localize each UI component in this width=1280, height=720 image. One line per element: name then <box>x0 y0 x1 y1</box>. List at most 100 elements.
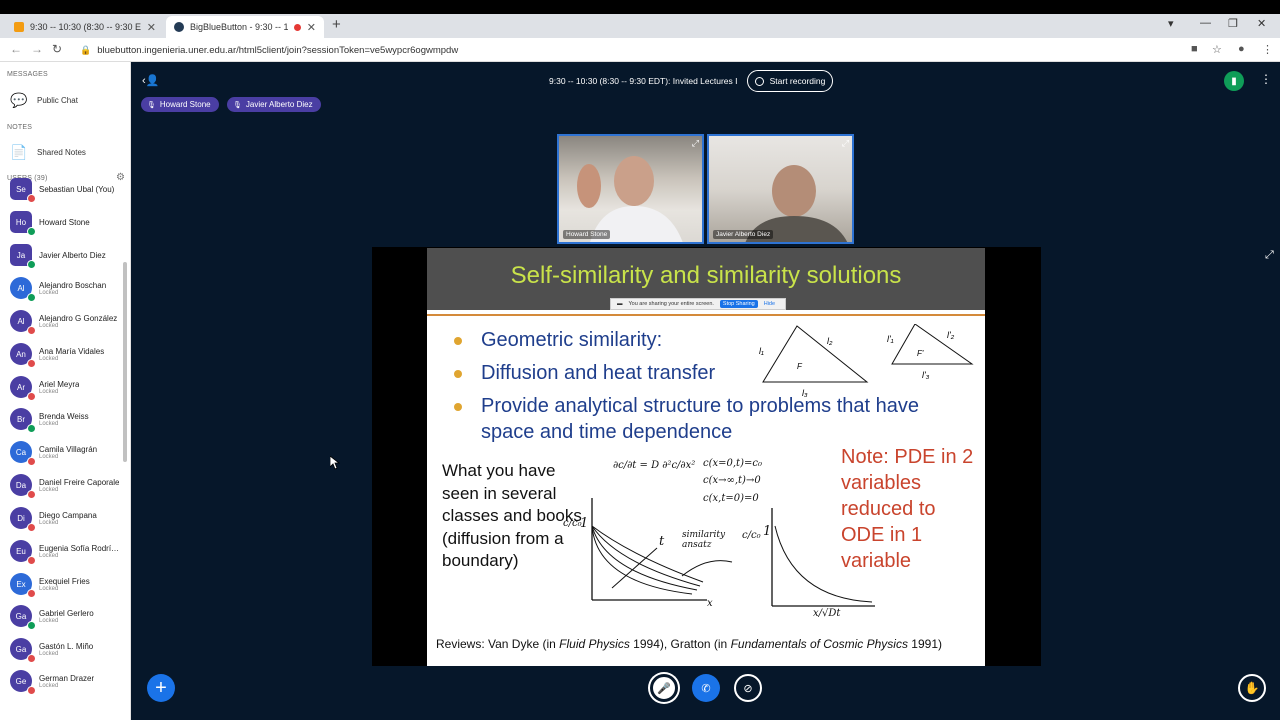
user-status: Locked <box>39 486 59 493</box>
slide-divider <box>427 314 985 316</box>
options-menu-icon[interactable]: ⋮ <box>1260 72 1272 86</box>
user-list-item[interactable]: Ja Javier Alberto Diez <box>10 240 123 270</box>
mute-microphone-button[interactable]: 🎤 <box>650 674 678 702</box>
hide-notice-link[interactable]: Hide <box>764 301 775 307</box>
notes-icon: 📄 <box>10 143 28 160</box>
forward-icon[interactable]: → <box>31 42 43 56</box>
svg-text:l₂: l₂ <box>827 336 833 346</box>
fullscreen-icon[interactable]: ⤢ <box>692 138 699 149</box>
audio-status-icon <box>27 523 36 532</box>
user-list-item[interactable]: Ge German Drazer Locked <box>10 666 123 696</box>
close-window-icon[interactable]: ✕ <box>1257 17 1266 30</box>
user-list-item[interactable]: Al Alejandro Boschan Locked <box>10 273 123 303</box>
avatar: Ga <box>10 605 36 630</box>
talker-name: Howard Stone <box>159 100 211 109</box>
user-status: Locked <box>39 552 59 559</box>
avatar: Ca <box>10 441 36 466</box>
public-chat-item[interactable]: 💬 Public Chat <box>10 90 125 110</box>
messages-section-title: MESSAGES <box>7 71 48 78</box>
start-recording-button[interactable]: Start recording <box>747 70 833 92</box>
user-list-item[interactable]: Ga Gastón L. Miño Locked <box>10 634 123 664</box>
audio-status-icon <box>27 457 36 466</box>
user-meta: Gastón L. Miño Locked <box>39 642 93 657</box>
diffusion-sketch <box>591 498 875 607</box>
camera-permission-icon[interactable]: ■ <box>1191 43 1198 55</box>
user-list-item[interactable]: Br Brenda Weiss Locked <box>10 404 123 434</box>
actions-plus-button[interactable]: + <box>147 674 175 702</box>
avatar: Da <box>10 474 36 499</box>
close-tab-icon[interactable]: ✕ <box>307 21 316 34</box>
browser-tab-lecture[interactable]: 9:30 -- 10:30 (8:30 -- 9:30 EDT): In ✕ <box>6 16 164 38</box>
bookmark-star-icon[interactable]: ☆ <box>1212 43 1222 56</box>
user-list-item[interactable]: An Ana María Vidales Locked <box>10 339 123 369</box>
tab-favicon-icon <box>14 22 24 32</box>
browser-tab-bigbluebutton[interactable]: BigBlueButton - 9:30 -- 10:30 ✕ <box>166 16 324 38</box>
user-list-item[interactable]: Al Alejandro G González Locked <box>10 306 123 336</box>
talking-indicator[interactable]: 🎙 Howard Stone <box>141 97 219 112</box>
shared-notes-item[interactable]: 📄 Shared Notes <box>10 142 125 162</box>
user-list-item[interactable]: Ex Exequiel Fries Locked <box>10 569 123 599</box>
restore-icon[interactable]: ❐ <box>1228 17 1238 30</box>
webcam-video[interactable]: ⤢ Howard Stone <box>557 134 704 244</box>
x-axis-label: x <box>707 598 713 609</box>
user-list-item[interactable]: Se Sebastian Ubal (You) <box>10 174 123 204</box>
user-name: Camila Villagrán <box>39 444 98 454</box>
avatar: Br <box>10 408 36 433</box>
avatar: Di <box>10 507 36 532</box>
user-list-scrollbar[interactable] <box>123 262 127 462</box>
talking-indicator[interactable]: 🎙 Javier Alberto Diez <box>227 97 321 112</box>
user-name: Eugenia Sofía Rodríg… <box>39 543 123 553</box>
user-name: Alejandro Boschan <box>39 280 107 290</box>
close-tab-icon[interactable]: ✕ <box>147 21 156 34</box>
tab-title: BigBlueButton - 9:30 -- 10:30 <box>190 22 288 32</box>
y-axis-label: c/c₀ <box>742 530 761 541</box>
user-name: Sebastian Ubal (You) <box>39 184 115 194</box>
user-status: Locked <box>39 388 59 395</box>
avatar: Ja <box>10 244 36 269</box>
fullscreen-presentation-icon[interactable]: ⤢ <box>1265 249 1274 262</box>
user-status: Locked <box>39 322 59 329</box>
tab-search-icon[interactable]: ▾ <box>1168 17 1174 30</box>
browser-menu-icon[interactable]: ⋮ <box>1262 43 1273 56</box>
shared-notes-label: Shared Notes <box>37 147 86 157</box>
user-status: Locked <box>39 682 59 689</box>
screen-share-notice: ▬ You are sharing your entire screen. St… <box>610 298 786 310</box>
user-list-item[interactable]: Ga Gabriel Gerlero Locked <box>10 601 123 631</box>
user-list-item[interactable]: Di Diego Campana Locked <box>10 503 123 533</box>
user-meta: Gabriel Gerlero Locked <box>39 609 94 624</box>
profile-icon[interactable]: ● <box>1238 43 1245 55</box>
user-meta: Ana María Vidales Locked <box>39 347 104 362</box>
user-list-item[interactable]: Ho Howard Stone <box>10 207 123 237</box>
user-meta: Eugenia Sofía Rodríg… Locked <box>39 544 123 559</box>
user-status: Locked <box>39 617 59 624</box>
browser-tab-strip: 9:30 -- 10:30 (8:30 -- 9:30 EDT): In ✕ B… <box>0 14 1280 38</box>
reload-icon[interactable]: ↻ <box>52 42 62 56</box>
svg-text:F: F <box>797 362 803 371</box>
audio-status-icon <box>27 392 36 401</box>
mouse-cursor-icon <box>330 456 340 470</box>
similarity-variable-label: x/√Dt <box>813 608 841 619</box>
webcam-video[interactable]: ⤢ Javier Alberto Diez <box>707 134 854 244</box>
connection-status-icon[interactable]: ▮ <box>1224 71 1244 91</box>
talker-name: Javier Alberto Diez <box>245 100 313 109</box>
user-list-item[interactable]: Da Daniel Freire Caporale Locked <box>10 470 123 500</box>
address-bar[interactable]: 🔒 bluebutton.ingenieria.uner.edu.ar/html… <box>76 41 1176 59</box>
leave-audio-button[interactable]: ✆ <box>692 674 720 702</box>
toggle-userlist-icon[interactable]: ‹👤 <box>142 74 159 87</box>
webcam-feed <box>559 136 702 242</box>
record-icon <box>754 76 764 86</box>
user-list-item[interactable]: Ca Camila Villagrán Locked <box>10 437 123 467</box>
user-meta: Sebastian Ubal (You) <box>39 185 114 194</box>
new-tab-button[interactable]: + <box>332 16 341 33</box>
fullscreen-icon[interactable]: ⤢ <box>842 138 849 149</box>
minimize-icon[interactable]: — <box>1200 17 1211 29</box>
slide-bullet: Diffusion and heat transfer <box>454 360 715 386</box>
back-icon[interactable]: ← <box>10 42 22 56</box>
user-list-item[interactable]: Eu Eugenia Sofía Rodríg… Locked <box>10 536 123 566</box>
stop-sharing-button[interactable]: Stop Sharing <box>719 300 758 308</box>
raise-hand-button[interactable]: ✋ <box>1238 674 1266 702</box>
share-webcam-button[interactable]: ⊘ <box>734 674 762 702</box>
user-list-item[interactable]: Ar Ariel Meyra Locked <box>10 372 123 402</box>
audio-status-icon <box>27 424 36 433</box>
audio-status-icon <box>27 194 36 203</box>
